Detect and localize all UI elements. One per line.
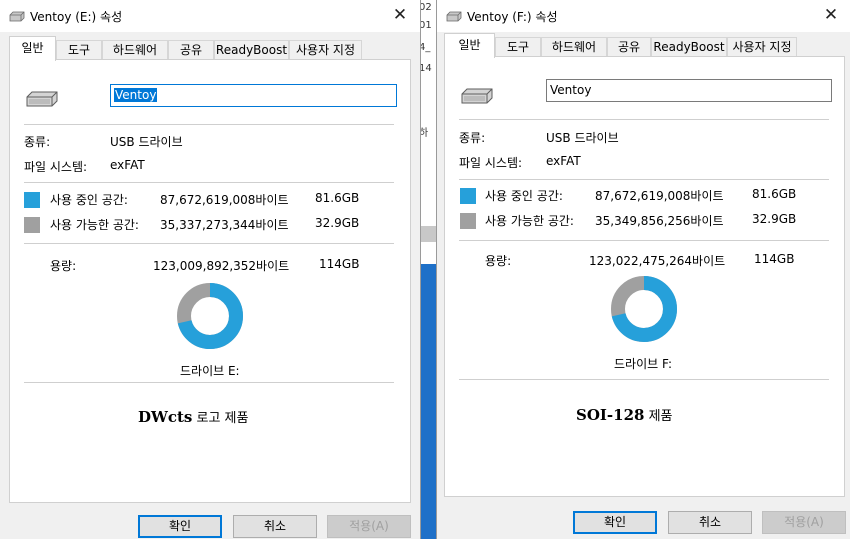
capacity-bytes: 123,009,892,352바이트: [153, 259, 290, 273]
free-space-swatch: [460, 213, 476, 229]
tab-sharing[interactable]: 공유: [168, 40, 214, 59]
capacity-size: 114GB: [319, 257, 360, 271]
disk-usage-donut: [177, 283, 243, 349]
usb-drive-icon: [9, 11, 25, 22]
general-tab-panel: Ventoy 종류: USB 드라이브 파일 시스템: exFAT 사용 중인 …: [9, 59, 411, 503]
used-space-swatch: [24, 192, 40, 208]
free-space-swatch: [24, 217, 40, 233]
close-icon: ✕: [392, 5, 408, 25]
used-space-size: 81.6GB: [752, 187, 797, 201]
tab-customize[interactable]: 사용자 지정: [289, 40, 362, 59]
free-space-bytes: 35,349,856,256바이트: [595, 214, 724, 228]
tab-tools[interactable]: 도구: [495, 37, 541, 56]
filesystem-value: exFAT: [546, 154, 581, 168]
free-space-bytes: 35,337,273,344바이트: [160, 218, 289, 232]
capacity-size: 114GB: [754, 252, 795, 266]
product-name: SOI-128 제품: [576, 405, 673, 424]
volume-name-input[interactable]: Ventoy: [546, 79, 832, 102]
product-brand: SOI-128: [576, 406, 645, 424]
tab-readyboost[interactable]: ReadyBoost: [214, 40, 289, 59]
product-suffix: 제품: [644, 409, 673, 424]
free-space-label: 사용 가능한 공간:: [50, 218, 139, 232]
background-block: [419, 264, 436, 539]
used-space-size: 81.6GB: [315, 191, 360, 205]
apply-button[interactable]: 적용(A): [762, 511, 846, 534]
used-space-swatch: [460, 188, 476, 204]
divider: [24, 243, 394, 244]
used-space-bytes: 87,672,619,008바이트: [595, 189, 724, 203]
type-label: 종류:: [459, 131, 486, 145]
close-button[interactable]: ✕: [388, 4, 412, 26]
divider: [24, 382, 394, 383]
free-space-size: 32.9GB: [752, 212, 797, 226]
usb-drive-icon: [461, 88, 493, 104]
tab-general[interactable]: 일반: [444, 33, 495, 58]
product-name: DWcts 로고 제품: [138, 407, 248, 426]
divider: [24, 182, 394, 183]
tab-general[interactable]: 일반: [9, 36, 56, 61]
filesystem-label: 파일 시스템:: [24, 160, 88, 174]
usb-drive-icon: [446, 11, 462, 22]
general-tab-panel: Ventoy 종류: USB 드라이브 파일 시스템: exFAT 사용 중인 …: [444, 56, 845, 497]
title-bar[interactable]: Ventoy (E:) 속성 ✕: [0, 0, 420, 32]
capacity-bytes: 123,022,475,264바이트: [589, 254, 726, 268]
filesystem-value: exFAT: [110, 158, 145, 172]
background-window-strip: 02 01 4_ 14 하: [419, 0, 436, 539]
used-space-label: 사용 중인 공간:: [50, 193, 128, 207]
tab-readyboost[interactable]: ReadyBoost: [651, 37, 727, 56]
title-bar[interactable]: Ventoy (F:) 속성 ✕: [437, 0, 850, 32]
tab-hardware[interactable]: 하드웨어: [102, 40, 168, 59]
properties-window-e: Ventoy (E:) 속성 ✕ 일반 도구 하드웨어 공유 ReadyBoos…: [0, 0, 421, 539]
type-value: USB 드라이브: [546, 131, 619, 145]
tab-tools[interactable]: 도구: [56, 40, 102, 59]
cancel-button[interactable]: 취소: [233, 515, 317, 538]
drive-label: 드라이브 E:: [180, 364, 240, 378]
type-label: 종류:: [24, 135, 51, 149]
ok-button[interactable]: 확인: [573, 511, 657, 534]
product-suffix: 로고 제품: [192, 411, 249, 426]
window-title: Ventoy (E:) 속성: [30, 10, 123, 24]
volume-name-text: Ventoy: [550, 83, 592, 97]
divider: [24, 124, 394, 125]
divider: [459, 240, 829, 241]
type-value: USB 드라이브: [110, 135, 183, 149]
used-space-label: 사용 중인 공간:: [485, 189, 563, 203]
background-block: [419, 226, 436, 242]
tab-customize[interactable]: 사용자 지정: [727, 37, 797, 56]
divider: [459, 119, 829, 120]
used-space-bytes: 87,672,619,008바이트: [160, 193, 289, 207]
volume-name-text: Ventoy: [114, 88, 158, 102]
filesystem-label: 파일 시스템:: [459, 156, 523, 170]
window-title: Ventoy (F:) 속성: [467, 10, 558, 24]
ok-button[interactable]: 확인: [138, 515, 222, 538]
volume-name-input[interactable]: Ventoy: [110, 84, 397, 107]
free-space-size: 32.9GB: [315, 216, 360, 230]
cancel-button[interactable]: 취소: [668, 511, 752, 534]
capacity-label: 용량:: [50, 259, 77, 273]
capacity-label: 용량:: [485, 254, 512, 268]
divider: [459, 179, 829, 180]
usb-drive-icon: [26, 91, 58, 107]
close-icon: ✕: [823, 5, 839, 25]
disk-usage-donut: [611, 276, 677, 342]
properties-window-f: Ventoy (F:) 속성 ✕ 일반 도구 하드웨어 공유 ReadyBoos…: [436, 0, 850, 539]
divider: [459, 379, 829, 380]
product-brand: DWcts: [138, 408, 193, 426]
close-button[interactable]: ✕: [819, 4, 843, 26]
tab-sharing[interactable]: 공유: [607, 37, 651, 56]
tab-hardware[interactable]: 하드웨어: [541, 37, 607, 56]
apply-button[interactable]: 적용(A): [327, 515, 411, 538]
drive-label: 드라이브 F:: [614, 357, 672, 371]
free-space-label: 사용 가능한 공간:: [485, 214, 574, 228]
